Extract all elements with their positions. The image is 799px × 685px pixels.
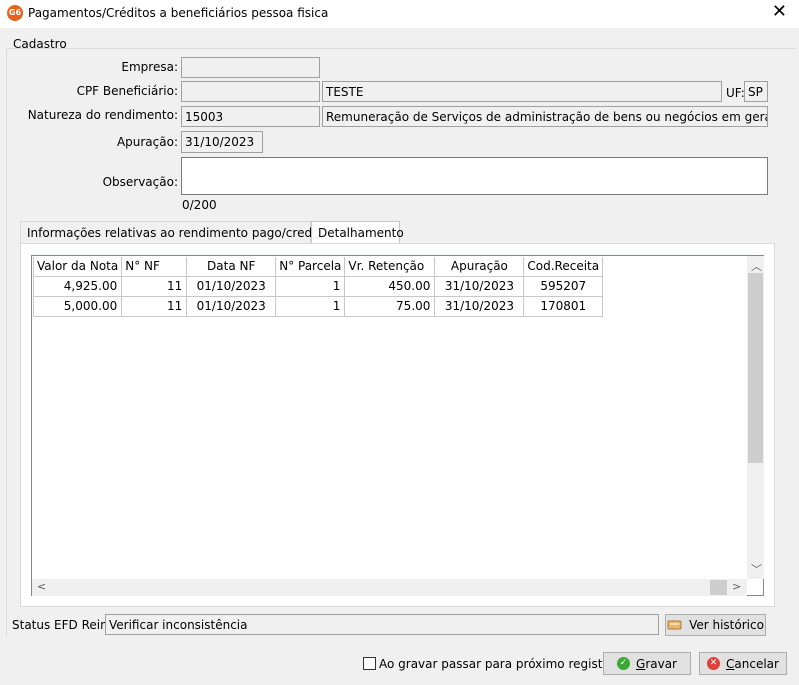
cell-apuracao: 31/10/2023 (434, 275, 525, 297)
empresa-field[interactable] (181, 57, 320, 78)
tab-informacoes-rendimento[interactable]: Informações relativas ao rendimento pago… (20, 221, 342, 243)
col-apuracao[interactable]: Apuração (434, 257, 525, 277)
gravar-label: Gravar (636, 656, 677, 671)
scroll-right-icon[interactable]: > (732, 580, 741, 593)
cpf-label: CPF Beneficiário: (76, 84, 178, 98)
col-valor-nota[interactable]: Valor da Nota (32, 257, 123, 277)
observacao-label: Observação: (102, 175, 178, 189)
app-logo-icon: G6 (7, 5, 23, 21)
cell-vr-retencao: 75.00 (344, 295, 436, 317)
col-vr-retencao[interactable]: Vr. Retenção (344, 257, 436, 277)
title-bar: G6 Pagamentos/Créditos a beneficiários p… (0, 0, 799, 28)
apuracao-field[interactable]: 31/10/2023 (181, 131, 263, 153)
col-cod-receita[interactable]: Cod.Receita (523, 257, 604, 277)
proximo-registro-label: Ao gravar passar para próximo registro (379, 657, 615, 671)
scroll-down-icon[interactable]: ﹀ (751, 561, 762, 577)
cancel-icon: ✕ (707, 657, 721, 670)
cell-numero-parcela: 1 (275, 275, 346, 297)
tab-detalhamento[interactable]: Detalhamento (311, 221, 404, 244)
scroll-up-icon[interactable]: ︿ (751, 258, 762, 274)
natureza-descricao-field[interactable]: Remuneração de Serviços de administração… (322, 106, 768, 127)
table-row[interactable]: 4,925.00 11 01/10/2023 1 450.00 31/10/20… (32, 275, 604, 297)
proximo-registro-checkbox[interactable] (363, 657, 376, 670)
cell-numero-nf: 11 (121, 275, 188, 297)
beneficiario-name-field[interactable]: TESTE (322, 81, 722, 102)
close-icon[interactable]: ✕ (772, 3, 787, 21)
observacao-char-counter: 0/200 (182, 198, 217, 212)
cell-vr-retencao: 450.00 (344, 275, 436, 297)
cell-valor-nota: 5,000.00 (32, 295, 123, 317)
table-row[interactable]: 5,000.00 11 01/10/2023 1 75.00 31/10/202… (32, 295, 604, 317)
window-title: Pagamentos/Créditos a beneficiários pess… (28, 6, 329, 20)
cadastro-group-label: Cadastro (13, 37, 67, 51)
ver-historico-label: Ver histórico (689, 618, 764, 632)
apuracao-label: Apuração: (116, 135, 178, 149)
col-data-nf[interactable]: Data NF (186, 257, 277, 277)
cell-cod-receita: 170801 (523, 295, 604, 317)
uf-label: UF: (726, 86, 745, 100)
cancelar-button[interactable]: ✕ Cancelar (699, 652, 787, 675)
natureza-label: Natureza do rendimento: (27, 108, 178, 122)
uf-field[interactable]: SP (744, 81, 768, 102)
detalhamento-grid[interactable]: Valor da Nota N° NF Data NF N° Parcela V… (31, 255, 764, 596)
cell-cod-receita: 595207 (523, 275, 604, 297)
detalhamento-table: Valor da Nota N° NF Data NF N° Parcela V… (32, 257, 604, 317)
gravar-button[interactable]: ✓ Gravar (603, 652, 691, 675)
cell-data-nf: 01/10/2023 (186, 275, 277, 297)
horizontal-scrollbar[interactable]: < > (32, 579, 747, 596)
cell-data-nf: 01/10/2023 (186, 295, 277, 317)
cancelar-label: Cancelar (726, 656, 779, 671)
grid-header-row: Valor da Nota N° NF Data NF N° Parcela V… (32, 257, 604, 277)
cell-apuracao: 31/10/2023 (434, 295, 525, 317)
horizontal-scroll-thumb[interactable] (710, 580, 727, 595)
cpf-field[interactable] (181, 81, 320, 102)
col-numero-nf[interactable]: N° NF (121, 257, 188, 277)
observacao-textarea[interactable] (181, 157, 768, 195)
ver-historico-button[interactable]: Ver histórico (665, 614, 766, 636)
check-icon: ✓ (617, 657, 630, 670)
status-efd-label: Status EFD Reinf: (12, 618, 116, 632)
cell-valor-nota: 4,925.00 (32, 275, 123, 297)
vertical-scroll-thumb[interactable] (748, 273, 763, 463)
history-icon (667, 620, 682, 630)
vertical-scrollbar[interactable]: ︿ ﹀ (747, 256, 764, 579)
col-numero-parcela[interactable]: N° Parcela (275, 257, 346, 277)
cell-numero-parcela: 1 (275, 295, 346, 317)
cell-numero-nf: 11 (121, 295, 188, 317)
natureza-codigo-field[interactable]: 15003 (181, 106, 320, 127)
scroll-left-icon[interactable]: < (37, 580, 46, 593)
empresa-label: Empresa: (121, 60, 178, 74)
status-efd-field[interactable]: Verificar inconsistência (105, 614, 659, 635)
